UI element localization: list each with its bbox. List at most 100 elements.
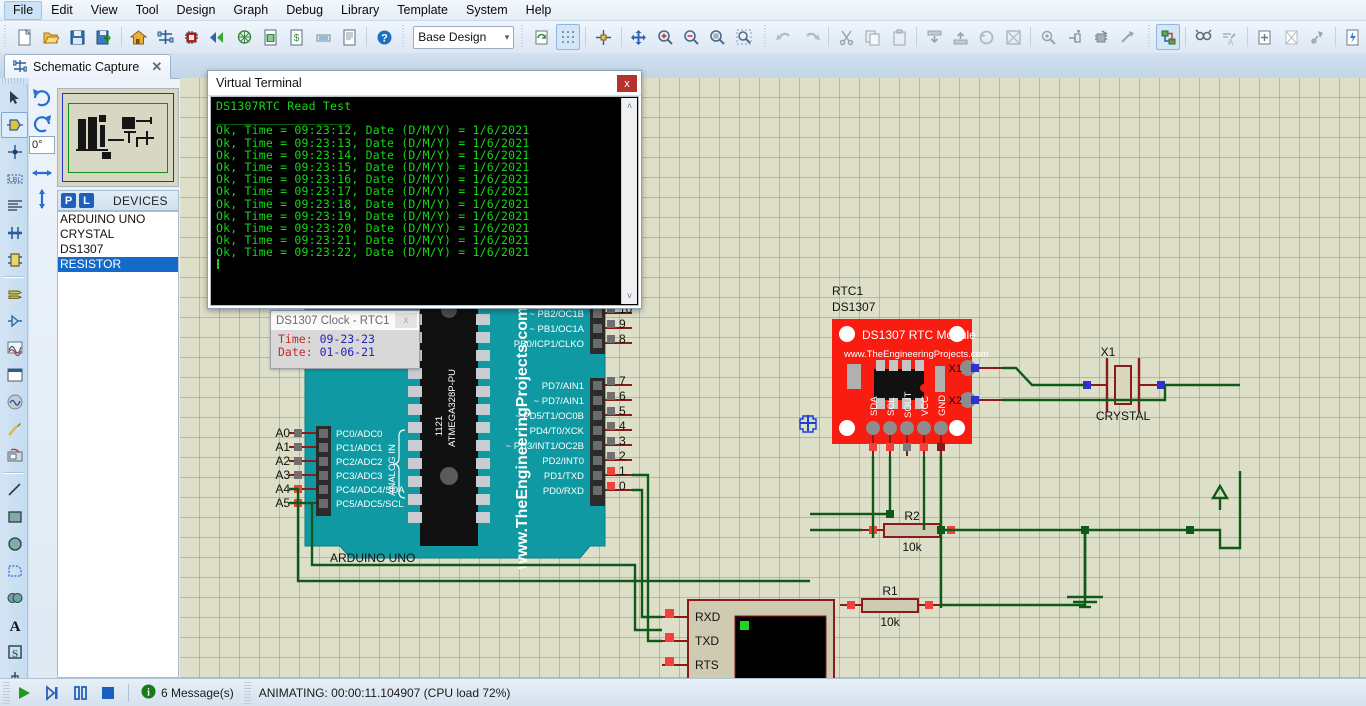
cut-icon[interactable] [834, 24, 858, 50]
device-item-resistor[interactable]: RESISTOR [58, 257, 178, 272]
pan-icon[interactable] [627, 24, 651, 50]
home-icon[interactable] [127, 24, 151, 50]
grid-icon[interactable] [556, 24, 581, 50]
menu-library[interactable]: Library [332, 1, 388, 20]
component-mode-tool[interactable] [1, 112, 28, 138]
subcircuit-tool[interactable] [1, 247, 28, 273]
paste-icon[interactable] [887, 24, 911, 50]
text-tool[interactable]: A [1, 612, 28, 638]
hierarchy-icon[interactable] [153, 24, 177, 50]
virtual-terminal-window[interactable]: Virtual Terminal x DS1307RTC Read Test _… [207, 70, 642, 309]
clock-popup-close-icon[interactable]: x [395, 313, 417, 328]
toolbar-grip-4[interactable] [763, 25, 770, 49]
redo-icon[interactable] [799, 24, 823, 50]
property-assign-icon[interactable]: A [1218, 24, 1242, 50]
cost-report-icon[interactable]: $ [285, 24, 309, 50]
help-icon[interactable]: ? [372, 24, 396, 50]
virtual-terminal-scrollbar[interactable]: ˄ ˅ [621, 98, 637, 304]
generator-tool[interactable] [1, 389, 28, 415]
menu-help[interactable]: Help [517, 1, 561, 20]
device-pin-tool[interactable] [1, 308, 28, 334]
selection-mode-tool[interactable] [1, 85, 28, 111]
close-icon[interactable]: ✕ [151, 59, 162, 75]
search-tag-icon[interactable] [1191, 24, 1215, 50]
status-grip-2[interactable] [243, 682, 251, 704]
virtual-instrument-tool[interactable] [1, 443, 28, 469]
pause-icon[interactable] [66, 682, 94, 704]
device-item-crystal[interactable]: CRYSTAL [58, 227, 178, 242]
menu-debug[interactable]: Debug [277, 1, 332, 20]
block-copy-icon[interactable] [922, 24, 946, 50]
pcb-back-icon[interactable] [206, 24, 230, 50]
device-item-ds1307[interactable]: DS1307 [58, 242, 178, 257]
wire-label-tool[interactable]: LBL [1, 166, 28, 192]
graph-tool[interactable] [1, 335, 28, 361]
ds1307-clock-popup[interactable]: DS1307 Clock - RTC1 x Time: 09-23-23 Dat… [270, 310, 420, 369]
origin-icon[interactable] [591, 24, 615, 50]
export-icon[interactable] [91, 24, 115, 50]
step-icon[interactable] [38, 682, 66, 704]
design-explorer-icon[interactable] [1341, 24, 1365, 50]
open-file-icon[interactable] [39, 24, 63, 50]
menu-edit[interactable]: Edit [42, 1, 82, 20]
wire-autorouter-icon[interactable] [1156, 24, 1181, 50]
block-move-icon[interactable] [948, 24, 972, 50]
zoom-area-icon[interactable] [706, 24, 730, 50]
arc-tool[interactable] [1, 558, 28, 584]
design-template-combo[interactable]: Base Design ▾ [413, 25, 515, 49]
block-delete-icon[interactable] [1001, 24, 1025, 50]
zoom-select-icon[interactable] [732, 24, 756, 50]
tape-recorder-tool[interactable] [1, 362, 28, 388]
terminals-tool[interactable] [1, 281, 28, 307]
zoom-in-icon[interactable] [653, 24, 677, 50]
copy-icon[interactable] [861, 24, 885, 50]
menu-view[interactable]: View [82, 1, 127, 20]
junction-dot-tool[interactable] [1, 139, 28, 165]
messages-area[interactable]: i 6 Message(s) [135, 682, 240, 704]
tab-schematic-capture[interactable]: Schematic Capture ✕ [4, 54, 172, 79]
block-rotate-icon[interactable] [975, 24, 999, 50]
library-manager-button[interactable]: L [79, 193, 94, 208]
path-tool[interactable] [1, 585, 28, 611]
netlist-icon[interactable] [311, 24, 335, 50]
stop-icon[interactable] [94, 682, 122, 704]
scroll-up-icon[interactable]: ˄ [622, 99, 637, 113]
toolbar-grip-1[interactable] [3, 25, 10, 49]
box-tool[interactable] [1, 504, 28, 530]
pick-device-icon[interactable] [1036, 24, 1060, 50]
zoom-out-icon[interactable] [679, 24, 703, 50]
bill-of-materials-icon[interactable] [258, 24, 282, 50]
report-icon[interactable] [337, 24, 361, 50]
undo-icon[interactable] [773, 24, 797, 50]
toolbar-grip-5[interactable] [1146, 25, 1153, 49]
scroll-down-icon[interactable]: ˅ [622, 289, 637, 303]
goto-sheet-icon[interactable] [1305, 24, 1329, 50]
toolbar-grip-3[interactable] [520, 25, 527, 49]
chip-design-icon[interactable] [179, 24, 203, 50]
pick-devices-button[interactable]: P [61, 193, 76, 208]
device-item-arduino-uno[interactable]: ARDUINO UNO [58, 212, 178, 227]
rotate-clockwise-icon[interactable] [29, 84, 55, 110]
rotation-angle-input[interactable]: 0 ° [29, 136, 55, 154]
new-file-icon[interactable] [13, 24, 37, 50]
menu-tool[interactable]: Tool [127, 1, 168, 20]
overview-pane[interactable] [57, 88, 179, 187]
text-script-tool[interactable] [1, 193, 28, 219]
devices-list[interactable]: ARDUINO UNO CRYSTAL DS1307 RESISTOR [57, 211, 179, 678]
decompose-icon[interactable] [1115, 24, 1139, 50]
pcb-3d-icon[interactable] [232, 24, 256, 50]
menu-file[interactable]: File [4, 0, 43, 20]
play-icon[interactable] [10, 682, 38, 704]
menu-design[interactable]: Design [168, 1, 225, 20]
toolbar-grip-2[interactable] [400, 25, 408, 49]
packaging-tool-icon[interactable] [1089, 24, 1113, 50]
remove-sheet-icon[interactable] [1279, 24, 1303, 50]
bus-tool[interactable] [1, 220, 28, 246]
status-grip[interactable] [3, 682, 10, 704]
menu-system[interactable]: System [457, 1, 517, 20]
save-icon[interactable] [65, 24, 89, 50]
menu-graph[interactable]: Graph [224, 1, 277, 20]
mirror-horizontal-icon[interactable] [29, 160, 55, 186]
menu-template[interactable]: Template [388, 1, 457, 20]
circle-tool[interactable] [1, 531, 28, 557]
